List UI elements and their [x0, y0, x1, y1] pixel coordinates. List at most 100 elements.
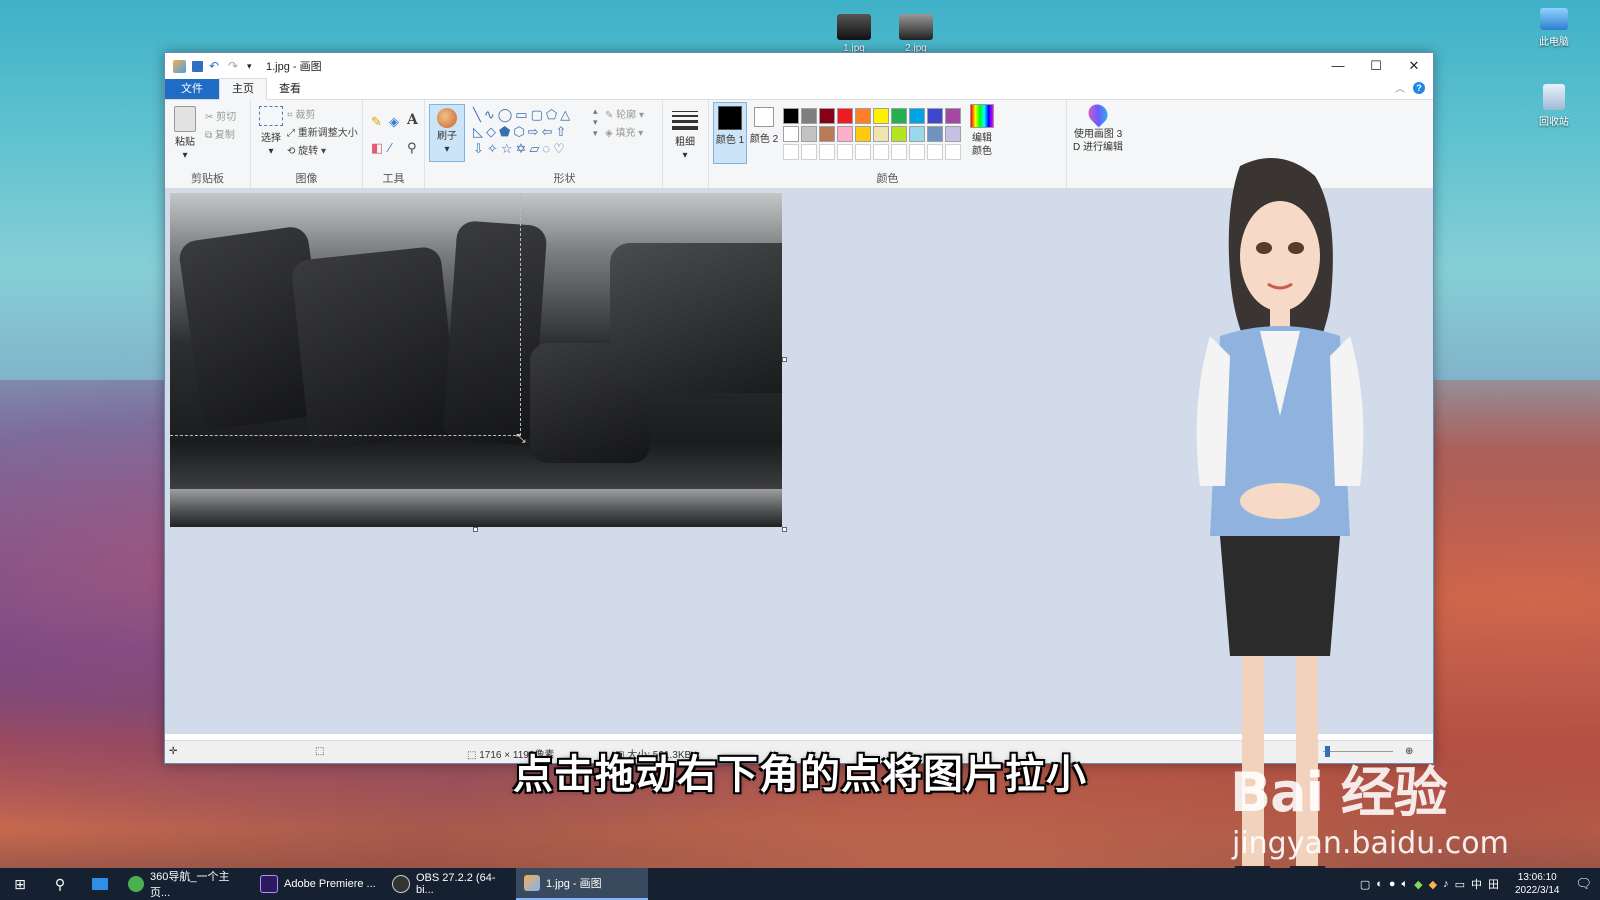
volume-icon[interactable]: 🔈︎: [1402, 878, 1409, 891]
palette-color-swatch[interactable]: [855, 126, 871, 142]
palette-color-swatch[interactable]: [783, 126, 799, 142]
tab-file[interactable]: 文件: [165, 79, 219, 99]
palette-color-swatch[interactable]: [837, 126, 853, 142]
hexagon-shape-icon[interactable]: ⬡: [513, 124, 527, 139]
right-arrow-shape-icon[interactable]: ⇨: [528, 124, 542, 139]
tray-app-icon[interactable]: ▢: [1360, 878, 1370, 891]
tray-app-icon[interactable]: ◐: [1376, 878, 1383, 890]
callout-rect-shape-icon[interactable]: ▱: [529, 141, 542, 156]
diamond-shape-icon[interactable]: ◇: [486, 124, 499, 139]
palette-color-swatch[interactable]: [819, 108, 835, 124]
pencil-icon[interactable]: ✎: [371, 114, 382, 130]
palette-color-swatch[interactable]: [891, 108, 907, 124]
polygon-shape-icon[interactable]: ⬠: [546, 107, 560, 122]
curve-shape-icon[interactable]: ∿: [484, 107, 498, 122]
outline-button[interactable]: ✎ 轮廓 ▾: [605, 106, 644, 121]
palette-color-swatch[interactable]: [945, 144, 961, 160]
resize-handle-bottom[interactable]: [473, 527, 478, 532]
rectangle-shape-icon[interactable]: ▭: [515, 107, 530, 122]
oval-shape-icon[interactable]: ◯: [498, 107, 516, 122]
palette-color-swatch[interactable]: [873, 126, 889, 142]
customize-quick-access-icon[interactable]: ▾: [247, 60, 260, 73]
copy-button[interactable]: ⧉ 复制: [205, 126, 235, 141]
palette-color-swatch[interactable]: [819, 144, 835, 160]
ime-indicator[interactable]: 中: [1471, 876, 1482, 892]
palette-color-swatch[interactable]: [855, 108, 871, 124]
pentagon-shape-icon[interactable]: ⬟: [499, 124, 513, 139]
palette-color-swatch[interactable]: [783, 144, 799, 160]
taskbar-app-paint[interactable]: 1.jpg - 画图: [516, 868, 648, 900]
desktop-recycle-bin-icon[interactable]: 回收站: [1526, 84, 1582, 128]
triangle-shape-icon[interactable]: △: [560, 107, 573, 122]
color-picker-icon[interactable]: ⁄: [389, 140, 391, 155]
select-button[interactable]: 选择 ▾: [257, 106, 285, 158]
palette-color-swatch[interactable]: [873, 144, 889, 160]
text-tool-icon[interactable]: A: [407, 112, 418, 128]
left-arrow-shape-icon[interactable]: ⇦: [542, 124, 556, 139]
palette-color-swatch[interactable]: [873, 108, 889, 124]
shapes-gallery[interactable]: ╲∿◯▭▢⬠△ ◺◇⬟⬡⇨⇦⇧ ⇩✧☆✡▱◌♡: [473, 106, 597, 158]
color1-button[interactable]: 颜色 1: [713, 102, 747, 164]
four-star-shape-icon[interactable]: ✧: [487, 141, 501, 156]
palette-color-swatch[interactable]: [945, 126, 961, 142]
taskbar-app-obs[interactable]: OBS 27.2.2 (64-bi...: [384, 868, 516, 900]
start-button[interactable]: ⊞: [0, 868, 40, 900]
palette-color-swatch[interactable]: [945, 108, 961, 124]
six-star-shape-icon[interactable]: ✡: [515, 141, 529, 156]
callout-oval-shape-icon[interactable]: ◌: [542, 141, 553, 156]
microphone-icon[interactable]: ♪: [1443, 878, 1449, 890]
down-arrow-shape-icon[interactable]: ⇩: [473, 141, 487, 156]
collapse-ribbon-icon[interactable]: ︿: [1395, 80, 1405, 95]
shapes-scroll-icon[interactable]: ▴ ▾ ▾: [593, 106, 598, 139]
resize-handle-corner[interactable]: [782, 527, 787, 532]
maximize-button[interactable]: ☐: [1357, 53, 1395, 79]
palette-color-swatch[interactable]: [927, 144, 943, 160]
desktop-file-icon-1[interactable]: 1.jpg: [826, 14, 882, 54]
palette-color-swatch[interactable]: [927, 126, 943, 142]
right-triangle-shape-icon[interactable]: ◺: [473, 124, 486, 139]
brush-button[interactable]: 刷子 ▾: [429, 104, 465, 162]
undo-icon[interactable]: ↶: [209, 59, 222, 73]
resize-button[interactable]: ⤢ 重新调整大小: [287, 124, 358, 139]
paste-button[interactable]: 粘贴 ▾: [171, 106, 199, 162]
crop-button[interactable]: ⌗ 裁剪: [287, 106, 315, 121]
color2-button[interactable]: 颜色 2: [749, 102, 779, 146]
palette-color-swatch[interactable]: [891, 126, 907, 142]
rounded-rect-shape-icon[interactable]: ▢: [531, 107, 546, 122]
palette-color-swatch[interactable]: [801, 144, 817, 160]
palette-color-swatch[interactable]: [891, 144, 907, 160]
up-arrow-shape-icon[interactable]: ⇧: [555, 124, 569, 139]
palette-color-swatch[interactable]: [837, 108, 853, 124]
palette-color-swatch[interactable]: [927, 108, 943, 124]
ime-mode-indicator[interactable]: 田: [1488, 876, 1499, 892]
resize-handle-right[interactable]: [782, 357, 787, 362]
tray-app-icon[interactable]: ●: [1389, 878, 1396, 890]
network-icon[interactable]: ▭: [1455, 878, 1465, 891]
eraser-icon[interactable]: ◧: [371, 140, 383, 156]
tab-view[interactable]: 查看: [267, 79, 313, 99]
tray-app-icon[interactable]: ◆: [1414, 878, 1422, 891]
palette-color-swatch[interactable]: [909, 108, 925, 124]
minimize-button[interactable]: —: [1319, 53, 1357, 79]
palette-color-swatch[interactable]: [909, 126, 925, 142]
search-button[interactable]: ⚲: [40, 868, 80, 900]
fill-button[interactable]: ◈ 填充 ▾: [605, 124, 643, 139]
canvas-image[interactable]: ⤡: [170, 193, 782, 527]
palette-color-swatch[interactable]: [837, 144, 853, 160]
size-button[interactable]: 粗细 ▾: [669, 108, 701, 162]
tray-app-icon[interactable]: ◆: [1429, 878, 1437, 891]
desktop-file-icon-2[interactable]: 2.jpg: [888, 14, 944, 54]
palette-color-swatch[interactable]: [783, 108, 799, 124]
taskbar-app-premiere[interactable]: Adobe Premiere ...: [252, 868, 384, 900]
task-view-button[interactable]: [80, 868, 120, 900]
magnifier-icon[interactable]: ⚲: [407, 140, 417, 156]
desktop-this-pc-icon[interactable]: 此电脑: [1526, 8, 1582, 48]
five-star-shape-icon[interactable]: ☆: [501, 141, 516, 156]
palette-color-swatch[interactable]: [819, 126, 835, 142]
tab-home[interactable]: 主页: [219, 78, 267, 100]
notification-icon[interactable]: 🗨︎: [1575, 876, 1592, 892]
rotate-button[interactable]: ⟲ 旋转 ▾: [287, 142, 326, 157]
palette-color-swatch[interactable]: [909, 144, 925, 160]
close-button[interactable]: ✕: [1395, 53, 1433, 79]
taskbar-app-browser[interactable]: 360导航_一个主页...: [120, 868, 252, 900]
